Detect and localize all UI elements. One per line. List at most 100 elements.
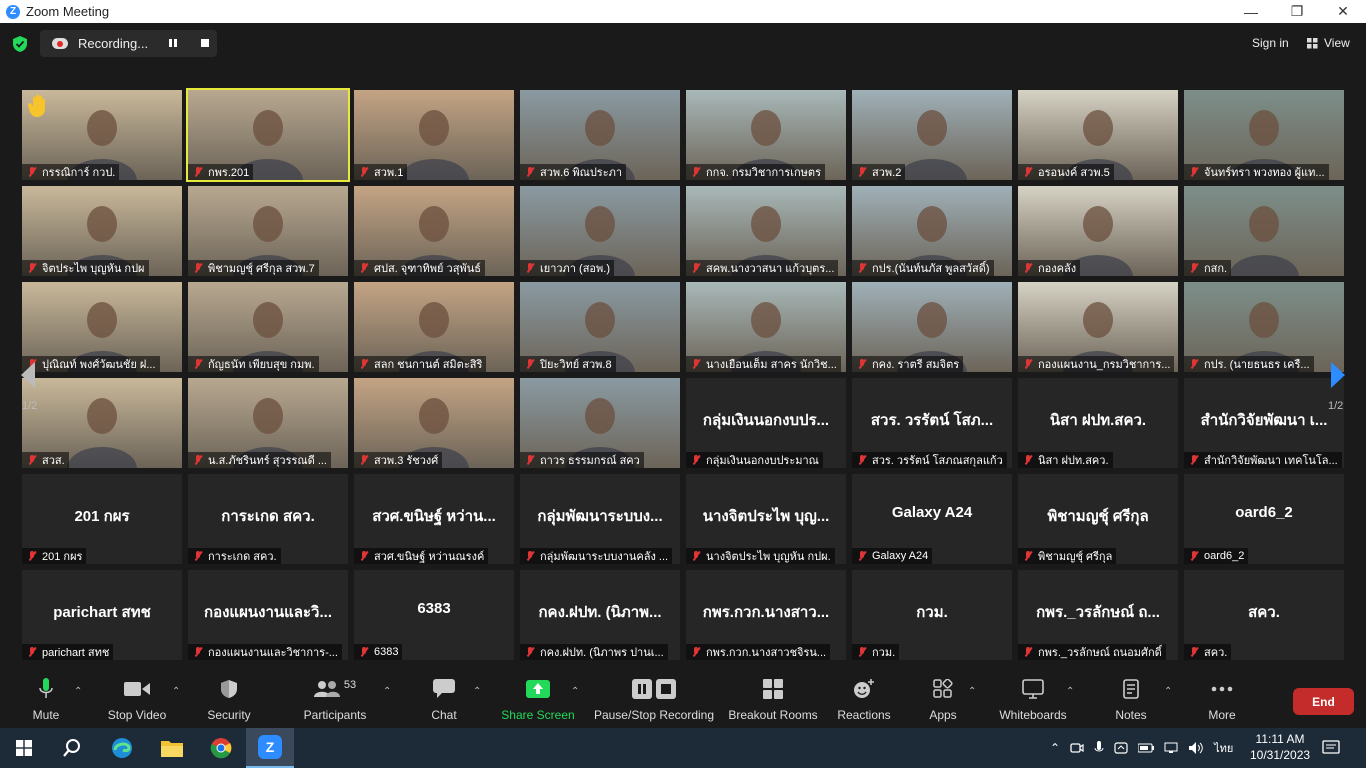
participant-tile[interactable]: กวม. กวม.: [852, 570, 1012, 660]
search-icon[interactable]: [48, 728, 96, 768]
muted-microphone-icon: [26, 646, 38, 658]
windows-start-icon[interactable]: [0, 728, 48, 768]
participant-tile[interactable]: กปร.(นันท์นภัส พูลสวัสดิ์): [852, 186, 1012, 276]
participant-tile[interactable]: 6383 6383: [354, 570, 514, 660]
participant-tile[interactable]: กพร._วรลักษณ์ ถ... กพร._วรลักษณ์ ถนอมศักด…: [1018, 570, 1178, 660]
apps-options-chevron-icon[interactable]: ⌃: [968, 686, 976, 697]
participant-tile[interactable]: สลก ชนกานต์ สมิตะสิริ: [354, 282, 514, 372]
participant-tile[interactable]: นางจิตประไพ บุญ... นางจิตประไพ บุญหัน กปผ…: [686, 474, 846, 564]
participant-tile[interactable]: พิชามญชุ์ ศรีกุล สวพ.7: [188, 186, 348, 276]
participant-tile[interactable]: กองคลัง: [1018, 186, 1178, 276]
whiteboards-options-chevron-icon[interactable]: ⌃: [1066, 686, 1074, 697]
participant-tile[interactable]: เยาวภา (สอพ.): [520, 186, 680, 276]
restore-button[interactable]: ❐: [1274, 0, 1320, 23]
participant-tile[interactable]: ศปส. จุฑาทิพย์ วสุพันธ์: [354, 186, 514, 276]
battery-icon[interactable]: [1138, 742, 1155, 754]
reactions-button[interactable]: Reactions: [834, 670, 894, 728]
notes-options-chevron-icon[interactable]: ⌃: [1164, 686, 1172, 697]
participant-tile[interactable]: นิสา ฝปท.สคว. นิสา ฝปท.สคว.: [1018, 378, 1178, 468]
participant-tile[interactable]: กลุ่มเงินนอกงบปร... กลุ่มเงินนอกงบประมาณ: [686, 378, 846, 468]
chat-button[interactable]: Chat: [424, 670, 464, 728]
onedrive-icon[interactable]: [1114, 741, 1128, 755]
participant-tile[interactable]: กัญธนัท เพียบสุข กมพ.: [188, 282, 348, 372]
close-button[interactable]: ✕: [1320, 0, 1366, 23]
participant-tile[interactable]: สวศ.ขนิษฐ์ หว่าน... สวศ.ขนิษฐ์ หว่านณรงค์: [354, 474, 514, 564]
pause-stop-recording-button[interactable]: Pause/Stop Recording: [593, 670, 715, 728]
more-button[interactable]: More: [1200, 670, 1244, 728]
muted-microphone-icon: [358, 358, 370, 370]
participant-tile[interactable]: จิตประไพ บุญหัน กปผ: [22, 186, 182, 276]
end-meeting-button[interactable]: End: [1293, 688, 1354, 715]
muted-microphone-icon: [1188, 166, 1200, 178]
participant-name: ปุณิณท์ พงศ์วัฒนชัย ฝ...: [42, 359, 156, 371]
network-icon[interactable]: [1164, 742, 1178, 754]
participant-tile[interactable]: กคง.ฝปท. (นิภาพ... กคง.ฝปท. (นิภาพร ปานเ.…: [520, 570, 680, 660]
participant-tile[interactable]: กลุ่มพัฒนาระบบง... กลุ่มพัฒนาระบบงานคลัง …: [520, 474, 680, 564]
participant-tile[interactable]: กกจ. กรมวิชาการเกษตร: [686, 90, 846, 180]
volume-icon[interactable]: [1188, 741, 1204, 755]
participant-tile[interactable]: นางเยือนเต็ม สาคร นักวิช...: [686, 282, 846, 372]
notifications-icon[interactable]: [1322, 728, 1340, 768]
notes-button[interactable]: Notes: [1110, 670, 1152, 728]
input-language-indicator[interactable]: ไทย: [1214, 739, 1233, 757]
participants-button[interactable]: 53 Participants: [300, 670, 370, 728]
participant-tile[interactable]: 201 กผร 201 กผร: [22, 474, 182, 564]
participant-tile[interactable]: การะเกด สคว. การะเกด สคว.: [188, 474, 348, 564]
participant-tile[interactable]: พิชามญชุ์ ศรีกุล พิชามญชุ์ ศรีกุล: [1018, 474, 1178, 564]
breakout-rooms-button[interactable]: Breakout Rooms: [727, 670, 819, 728]
participant-tile[interactable]: parichart สทช parichart สทช: [22, 570, 182, 660]
participant-tile[interactable]: กพร.กวก.นางสาว... กพร.กวก.นางสาวชจิรน...: [686, 570, 846, 660]
sign-in-link[interactable]: Sign in: [1252, 36, 1289, 50]
participant-tile[interactable]: สวพ.2: [852, 90, 1012, 180]
participant-tile[interactable]: Galaxy A24 Galaxy A24: [852, 474, 1012, 564]
show-hidden-icons-chevron-icon[interactable]: ⌃: [1050, 741, 1060, 755]
participant-name-label: กรรณิการ์ กวป.: [22, 164, 120, 180]
participant-tile[interactable]: กรรณิการ์ กวป.: [22, 90, 182, 180]
stop-recording-icon[interactable]: [200, 38, 210, 48]
audio-options-chevron-icon[interactable]: ⌃: [74, 686, 82, 697]
participant-tile[interactable]: ปุณิณท์ พงศ์วัฒนชัย ฝ...: [22, 282, 182, 372]
view-button[interactable]: View: [1307, 36, 1350, 50]
participant-tile[interactable]: อรอนงค์ สวพ.5: [1018, 90, 1178, 180]
participant-tile[interactable]: สวพ.1: [354, 90, 514, 180]
video-options-chevron-icon[interactable]: ⌃: [172, 686, 180, 697]
participant-name-label: สลก ชนกานต์ สมิตะสิริ: [354, 356, 487, 372]
participant-tile[interactable]: สคว. สคว.: [1184, 570, 1344, 660]
participant-tile[interactable]: กองแผนงานและวิ... กองแผนงานและวิชาการ-...: [188, 570, 348, 660]
zoom-app-icon[interactable]: Z: [246, 728, 294, 768]
participant-tile[interactable]: กองแผนงาน_กรมวิชาการ...: [1018, 282, 1178, 372]
apps-button[interactable]: Apps: [922, 670, 964, 728]
participant-tile[interactable]: น.ส.ภัชรินทร์ สุวรรณดี ...: [188, 378, 348, 468]
stop-video-button[interactable]: Stop Video: [104, 670, 170, 728]
microphone-tray-icon[interactable]: [1094, 741, 1104, 755]
participants-options-chevron-icon[interactable]: ⌃: [383, 686, 391, 697]
encryption-shield-icon[interactable]: [12, 35, 28, 53]
participant-name: กพร.201: [208, 167, 250, 179]
chat-options-chevron-icon[interactable]: ⌃: [473, 686, 481, 697]
participant-tile[interactable]: สวพ.6 พิณประภา: [520, 90, 680, 180]
pause-recording-icon[interactable]: [168, 38, 178, 48]
share-screen-button[interactable]: Share Screen: [500, 670, 576, 728]
participant-tile[interactable]: จันทร์ทรา พวงทอง ผู้แท...: [1184, 90, 1344, 180]
edge-browser-icon[interactable]: [98, 728, 146, 768]
muted-microphone-icon: [1022, 454, 1034, 466]
participant-tile[interactable]: ปิยะวิทย์ สวพ.8: [520, 282, 680, 372]
minimize-button[interactable]: —: [1228, 0, 1274, 23]
participant-tile[interactable]: สวพ.3 รัชวงศ์: [354, 378, 514, 468]
participant-tile[interactable]: oard6_2 oard6_2: [1184, 474, 1344, 564]
participant-tile[interactable]: สวร. วรรัตน์ โสภ... สวร. วรรัตน์ โสภณสกุล…: [852, 378, 1012, 468]
participant-tile[interactable]: กพร.201: [186, 88, 350, 182]
mute-button[interactable]: Mute: [22, 670, 70, 728]
meet-now-icon[interactable]: [1070, 741, 1084, 755]
participant-tile[interactable]: สคพ.นางวาสนา แก้วบุตร...: [686, 186, 846, 276]
taskbar-clock[interactable]: 11:11 AM 10/31/2023: [1250, 731, 1310, 763]
whiteboards-button[interactable]: Whiteboards: [996, 670, 1070, 728]
participant-tile[interactable]: กคง. ราตรี สมจิตร: [852, 282, 1012, 372]
participant-tile[interactable]: สวส.: [22, 378, 182, 468]
chrome-browser-icon[interactable]: [197, 728, 245, 768]
file-explorer-icon[interactable]: [148, 728, 196, 768]
share-options-chevron-icon[interactable]: ⌃: [571, 686, 579, 697]
participant-tile[interactable]: ถาวร ธรรมกรณ์ สคว: [520, 378, 680, 468]
security-button[interactable]: Security: [202, 670, 256, 728]
participant-tile[interactable]: กสก.: [1184, 186, 1344, 276]
